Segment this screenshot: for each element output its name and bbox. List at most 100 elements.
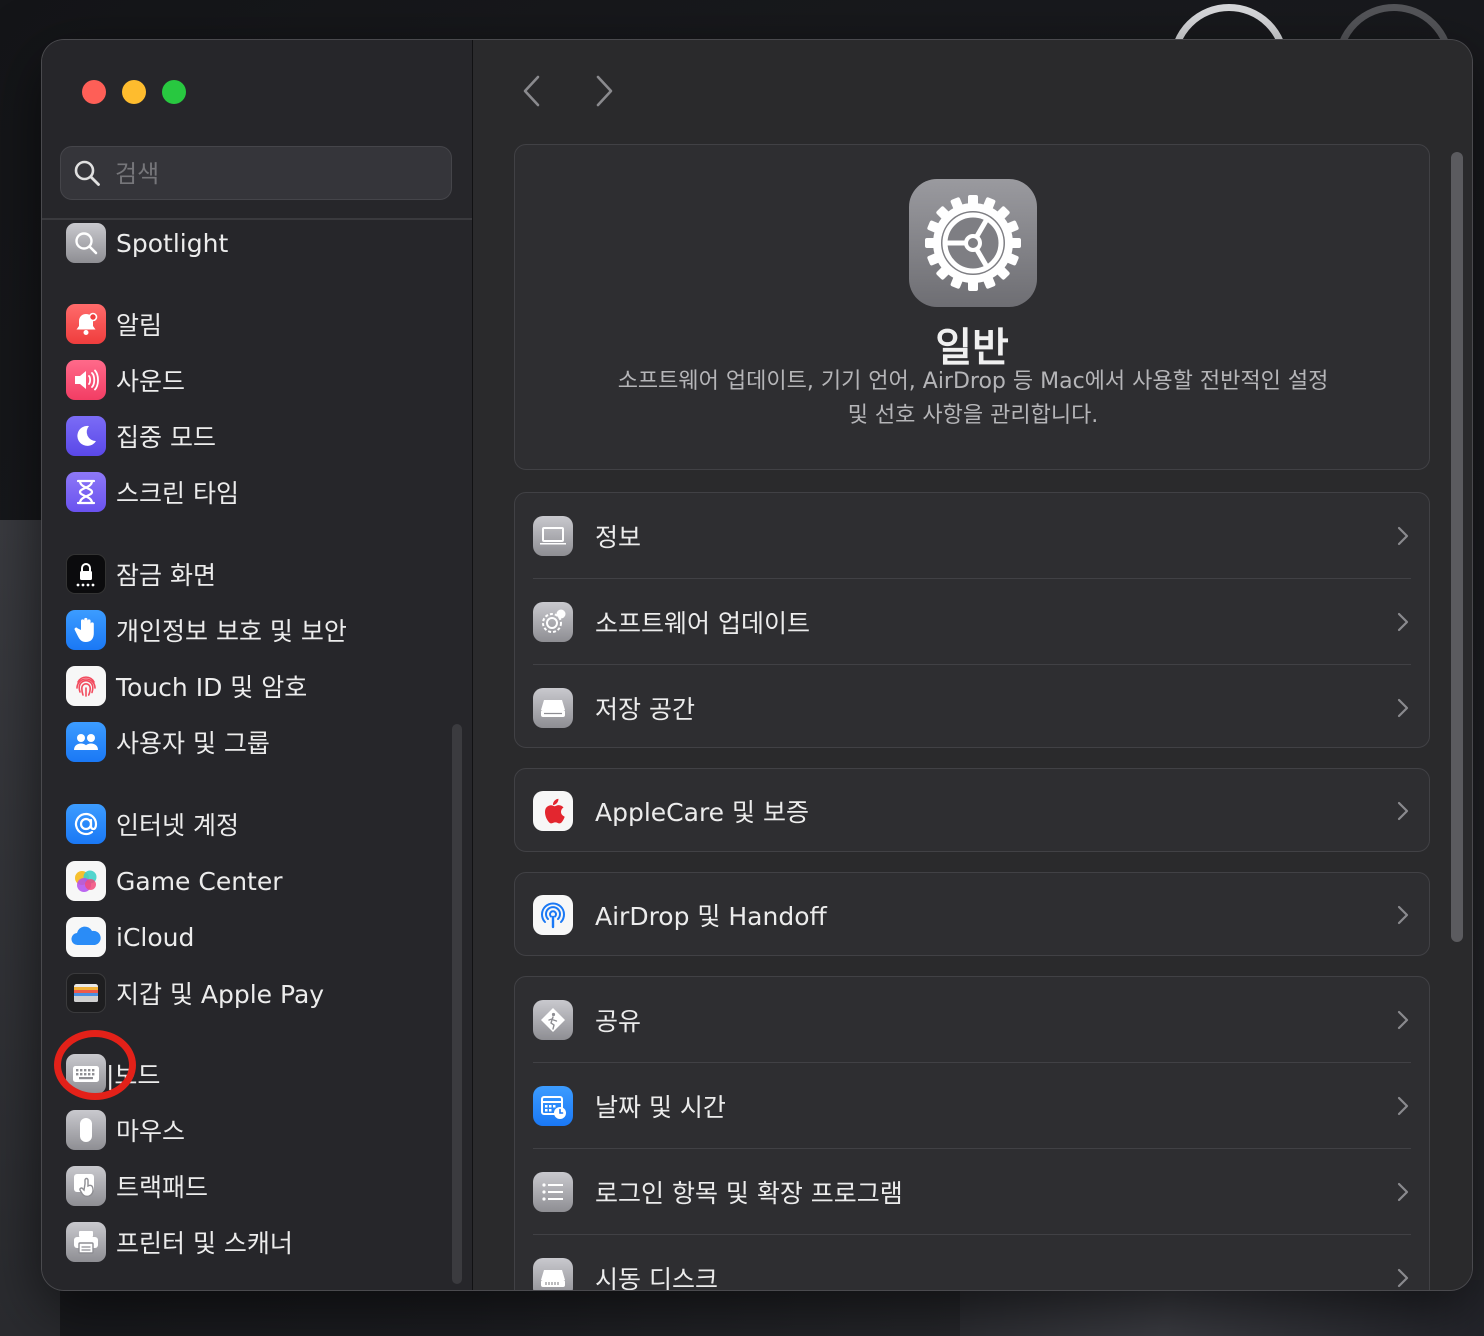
row-label: 시동 디스크 [595,1265,718,1290]
search-input[interactable] [113,155,437,193]
sidebar-item-touch-id[interactable]: Touch ID 및 암호 [66,663,436,709]
sidebar-item-screen-time[interactable]: 스크린 타임 [66,469,436,515]
row-label: 저장 공간 [595,695,695,724]
sidebar-item-label: 알림 [116,311,163,340]
search-field[interactable] [60,146,452,200]
sidebar-item-focus[interactable]: 집중 모드 [66,413,436,459]
startup-disk-icon [533,1258,573,1290]
sidebar-item-icloud[interactable]: iCloud [66,914,436,960]
row-date-time[interactable]: 날짜 및 시간 [515,1063,1429,1149]
sidebar-item-label: 지갑 및 Apple Pay [116,980,325,1009]
moon-icon [66,416,106,456]
sidebar-item-game-center[interactable]: Game Center [66,858,436,904]
bell-icon [66,304,106,344]
minimize-window-button[interactable] [122,80,146,104]
settings-group: AirDrop 및 Handoff [514,872,1430,956]
sidebar-item-internet-accounts[interactable]: 인터넷 계정 [66,801,436,847]
sidebar-item-mouse[interactable]: 마우스 [66,1107,436,1153]
trackpad-icon [66,1166,106,1206]
sidebar-item-label: Spotlight [116,228,229,258]
chevron-right-icon [1397,1268,1409,1288]
gear-icon [909,179,1037,307]
sidebar-scrollbar[interactable] [452,724,462,1284]
chevron-right-icon [1397,1010,1409,1030]
settings-window: Spotlight 알림 사운드 집중 모드 스크린 타임 [42,40,1472,1290]
sidebar-item-label: 사운드 [116,367,186,396]
at-icon [66,804,106,844]
sidebar-item-label: 인터넷 계정 [116,811,239,840]
row-airdrop-handoff[interactable]: AirDrop 및 Handoff [515,873,1429,955]
sidebar-item-wallet[interactable]: 지갑 및 Apple Pay [66,970,436,1016]
sidebar-item-label: 개인정보 보호 및 보안 [116,617,347,646]
forward-button[interactable] [589,74,619,108]
settings-group: 정보 소프트웨어 업데이트 저장 공간 [514,492,1430,748]
close-window-button[interactable] [82,80,106,104]
sidebar: Spotlight 알림 사운드 집중 모드 스크린 타임 [42,40,473,1290]
spotlight-icon [66,223,106,263]
row-software-update[interactable]: 소프트웨어 업데이트 [515,579,1429,665]
calendar-clock-icon [533,1086,573,1126]
chevron-right-icon [1397,612,1409,632]
sidebar-item-spotlight[interactable]: Spotlight [66,220,436,266]
zoom-window-button[interactable] [162,80,186,104]
row-login-items[interactable]: 로그인 항목 및 확장 프로그램 [515,1149,1429,1235]
sidebar-item-label: 스크린 타임 [116,479,239,508]
game-center-icon [66,861,106,901]
sidebar-item-label: Game Center [116,866,283,896]
row-label: AirDrop 및 Handoff [595,902,827,931]
row-label: AppleCare 및 보증 [595,798,809,827]
sidebar-item-label: Touch ID 및 암호 [116,673,308,702]
airdrop-icon [533,895,573,935]
chevron-right-icon [1397,801,1409,821]
laptop-icon [533,516,573,556]
chevron-right-icon [596,75,613,107]
row-label: 정보 [595,523,642,552]
mouse-icon [66,1110,106,1150]
sidebar-item-notifications[interactable]: 알림 [66,301,436,347]
main-scrollbar[interactable] [1451,152,1463,942]
sidebar-item-trackpad[interactable]: 트랙패드 [66,1163,436,1209]
settings-group: 공유 날짜 및 시간 로그인 항목 및 확장 프로그램 시동 디스크 [514,976,1430,1290]
gear-badge-icon [533,602,573,642]
sidebar-item-sound[interactable]: 사운드 [66,357,436,403]
sidebar-item-label: 마우스 [116,1117,186,1146]
sharing-icon [533,1000,573,1040]
chevron-right-icon [1397,1096,1409,1116]
row-sharing[interactable]: 공유 [515,977,1429,1063]
sidebar-item-label: 프린터 및 스캐너 [116,1229,293,1258]
row-label: 공유 [595,1007,642,1036]
wallet-icon [66,973,106,1013]
users-icon [66,722,106,762]
main-content: 일반 소프트웨어 업데이트, 기기 언어, AirDrop 등 Mac에서 사용… [473,40,1472,1290]
printer-icon [66,1222,106,1262]
cloud-icon [66,917,106,957]
chevron-right-icon [1397,698,1409,718]
sidebar-item-lock-screen[interactable]: 잠금 화면 [66,551,436,597]
row-storage[interactable]: 저장 공간 [515,665,1429,747]
row-startup-disk[interactable]: 시동 디스크 [515,1235,1429,1290]
back-button[interactable] [517,74,547,108]
chevron-left-icon [523,75,540,107]
hourglass-icon [66,472,106,512]
page-description: 소프트웨어 업데이트, 기기 언어, AirDrop 등 Mac에서 사용할 전… [617,369,1329,428]
row-label: 소프트웨어 업데이트 [595,609,810,638]
speaker-icon [66,360,106,400]
chevron-right-icon [1397,905,1409,925]
list-icon [533,1172,573,1212]
apple-icon [533,791,573,831]
sidebar-item-label: 집중 모드 [116,423,216,452]
row-applecare[interactable]: AppleCare 및 보증 [515,769,1429,851]
row-label: 로그인 항목 및 확장 프로그램 [595,1179,903,1208]
chevron-right-icon [1397,526,1409,546]
row-label: 날짜 및 시간 [595,1093,726,1122]
sidebar-item-label: 사용자 및 그룹 [116,729,270,758]
sidebar-item-printers-scanners[interactable]: 프린터 및 스캐너 [66,1219,436,1265]
fingerprint-icon [66,666,106,706]
sidebar-item-privacy-security[interactable]: 개인정보 보호 및 보안 [66,607,436,653]
search-icon [74,160,100,186]
red-circle-annotation [54,1030,136,1100]
row-about[interactable]: 정보 [515,493,1429,579]
hand-icon [66,610,106,650]
sidebar-item-label: 트랙패드 [116,1173,209,1202]
sidebar-item-users-groups[interactable]: 사용자 및 그룹 [66,719,436,765]
